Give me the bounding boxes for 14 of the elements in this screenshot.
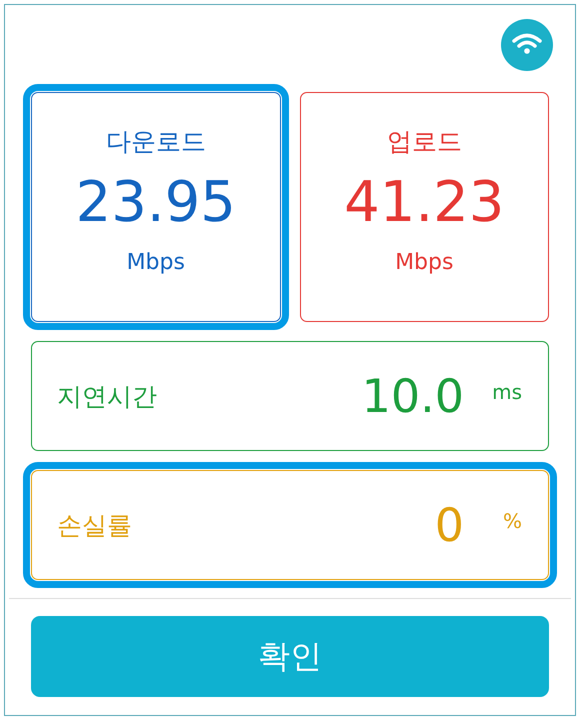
metric-label: 지연시간 xyxy=(57,380,158,412)
speed-value: 23.95 xyxy=(76,172,236,234)
card-label: 업로드 xyxy=(386,126,462,158)
wifi-icon[interactable] xyxy=(501,19,553,71)
metric-label: 손실률 xyxy=(57,510,133,542)
metric-value: 10.0 xyxy=(362,369,464,423)
unit-label: Mbps xyxy=(395,250,454,275)
unit-label: Mbps xyxy=(126,250,185,275)
unit-label: % xyxy=(502,509,522,533)
metric-value: 0 xyxy=(434,498,464,552)
unit-label: ms xyxy=(491,380,522,404)
confirm-button[interactable]: 확인 xyxy=(31,616,549,697)
speed-value: 41.23 xyxy=(344,172,504,234)
card-label: 다운로드 xyxy=(106,126,206,158)
